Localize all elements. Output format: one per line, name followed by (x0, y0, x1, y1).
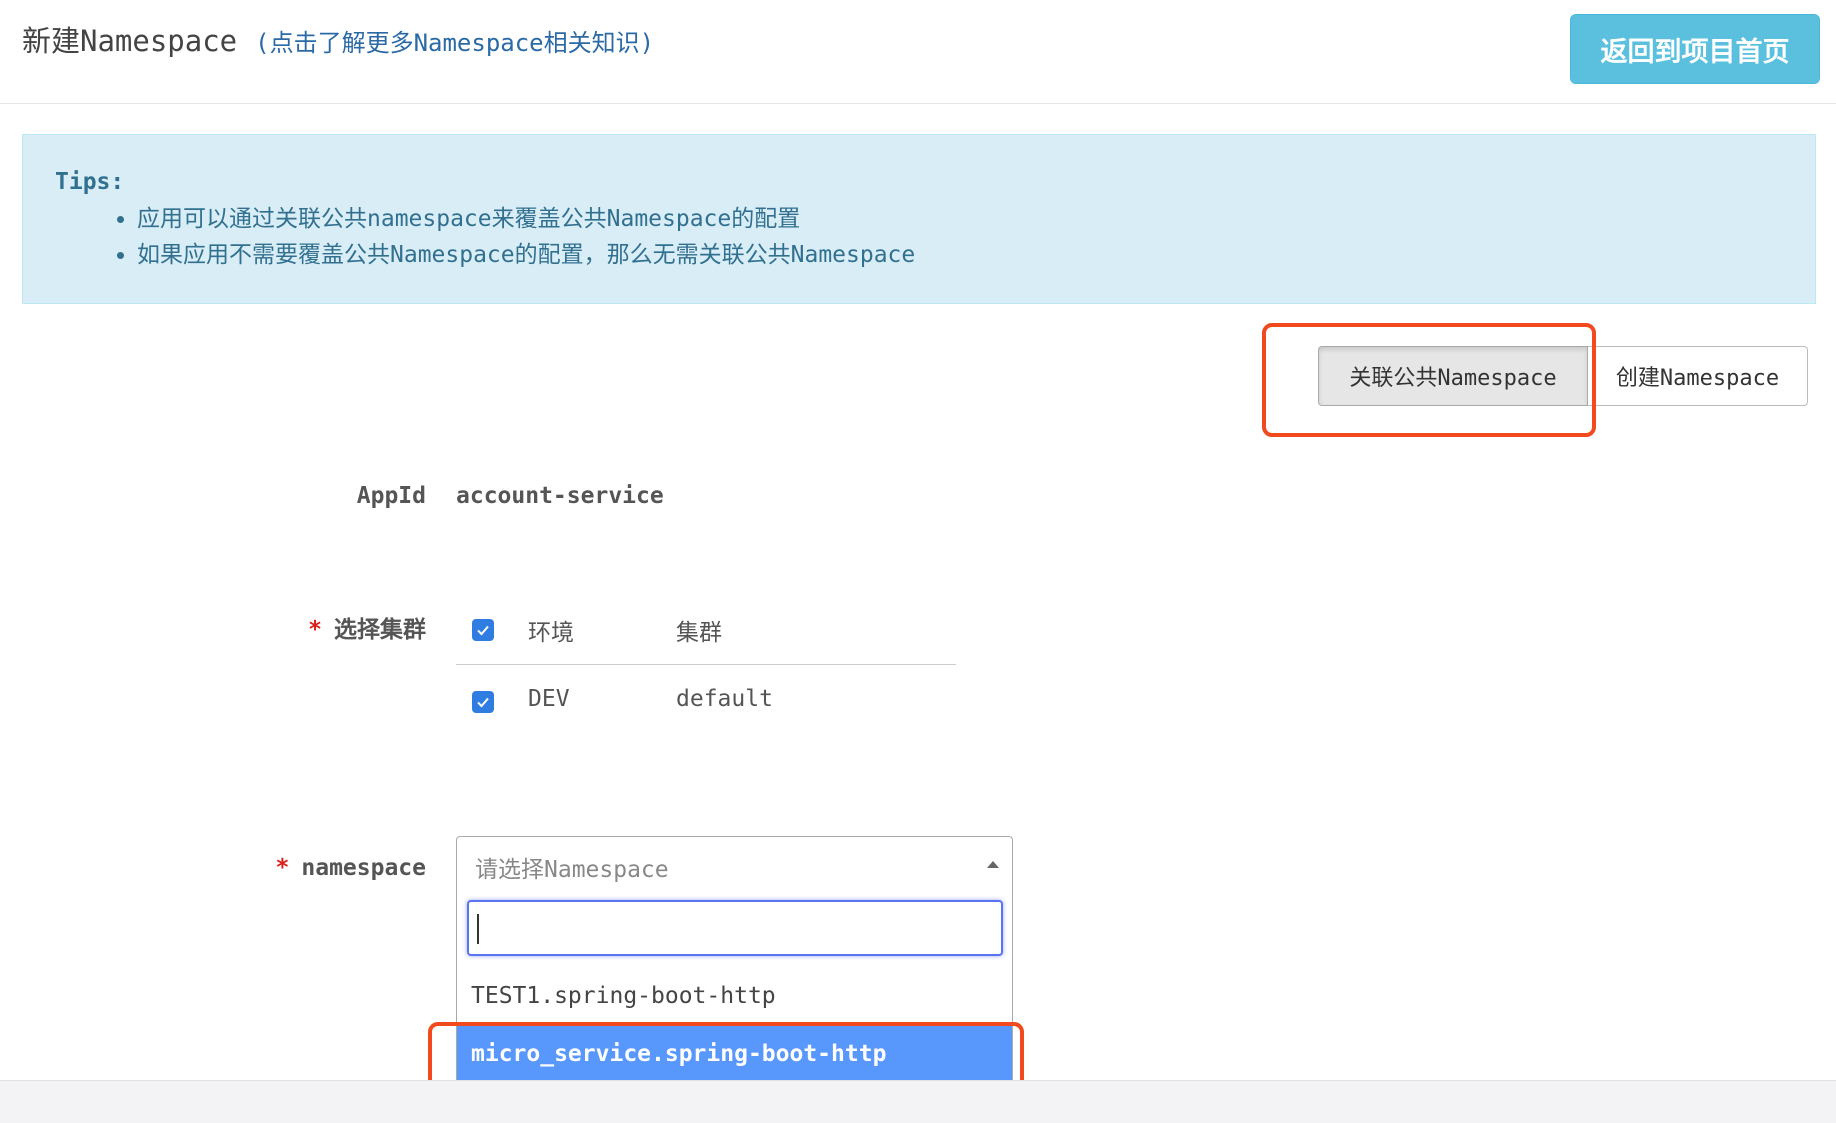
namespace-select[interactable]: 请选择Namespace (456, 836, 1013, 892)
back-to-project-button[interactable]: 返回到项目首页 (1570, 14, 1820, 84)
cluster-column-header: 集群 (676, 620, 722, 646)
text-cursor (477, 914, 479, 944)
namespace-label: * namespace (200, 855, 426, 881)
page-header: 新建Namespace (点击了解更多Namespace相关知识) 返回到项目首页 (0, 0, 1836, 104)
required-mark: * (275, 855, 290, 881)
create-namespace-button[interactable]: 创建Namespace (1588, 346, 1808, 406)
cluster-label-text: 选择集群 (334, 617, 426, 643)
namespace-search-input[interactable] (467, 900, 1003, 956)
namespace-label-text: namespace (301, 855, 426, 881)
cluster-label: * 选择集群 (240, 610, 426, 644)
cluster-row-checkbox[interactable] (472, 691, 494, 713)
learn-more-link[interactable]: (点击了解更多Namespace相关知识) (255, 29, 654, 57)
namespace-option[interactable]: TEST1.spring-boot-http (457, 968, 1012, 1024)
check-icon (477, 697, 489, 708)
table-divider (456, 664, 956, 665)
required-mark: * (308, 617, 322, 643)
namespace-select-placeholder: 请选择Namespace (475, 857, 669, 883)
env-column-header: 环境 (528, 620, 574, 646)
tips-item: 如果应用不需要覆盖公共Namespace的配置，那么无需关联公共Namespac… (137, 237, 1815, 273)
check-icon (477, 625, 489, 636)
cluster-row-cluster: default (676, 686, 773, 712)
page-footer (0, 1080, 1836, 1123)
tips-title: Tips: (55, 169, 125, 195)
tips-panel: Tips: 应用可以通过关联公共namespace来覆盖公共Namespace的… (22, 134, 1816, 304)
appid-label: AppId (356, 483, 426, 509)
annotation-highlight-associate (1262, 323, 1596, 437)
appid-value: account-service (456, 483, 664, 509)
caret-up-icon (987, 861, 999, 868)
cluster-row-env: DEV (528, 686, 570, 712)
page-title: 新建Namespace (点击了解更多Namespace相关知识) (22, 18, 654, 60)
page-title-text: 新建Namespace (22, 24, 238, 58)
select-all-checkbox[interactable] (472, 619, 494, 641)
tips-list: 应用可以通过关联公共namespace来覆盖公共Namespace的配置 如果应… (55, 201, 1815, 273)
tips-item: 应用可以通过关联公共namespace来覆盖公共Namespace的配置 (137, 201, 1815, 237)
